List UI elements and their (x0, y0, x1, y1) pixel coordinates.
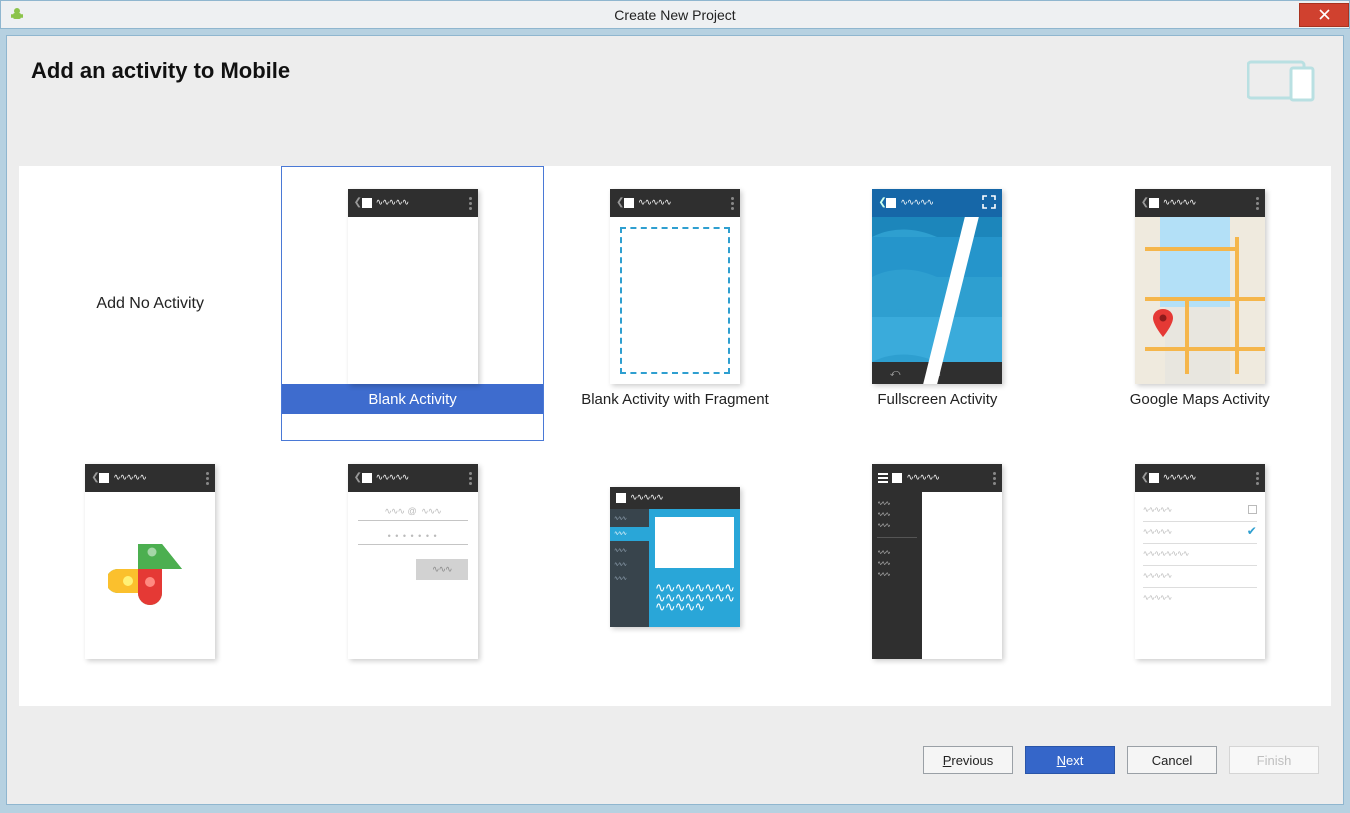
title-bar: Create New Project (0, 0, 1350, 29)
thumbnail-blank: ❮ (348, 189, 478, 384)
page-title: Add an activity to Mobile (31, 58, 290, 84)
wizard-footer: Previous Next Cancel Finish (7, 716, 1343, 804)
activity-tile-master-detail[interactable] (544, 441, 806, 651)
tile-label: Google Maps Activity (1070, 384, 1330, 414)
play-services-icon (108, 534, 192, 618)
activity-tile-blank[interactable]: ❮ Blank Activity (281, 166, 543, 441)
thumbnail-master-detail (610, 487, 740, 627)
activity-gallery-scroll[interactable]: Add No Activity ❮ (19, 166, 1331, 706)
activity-tile-maps[interactable]: ❮ (1069, 166, 1331, 441)
map-pin-icon (1153, 309, 1173, 337)
thumbnail-maps: ❮ (1135, 189, 1265, 384)
wizard-body: Add an activity to Mobile Add No Activit… (6, 35, 1344, 805)
activity-tile-nav-drawer[interactable] (806, 441, 1068, 651)
activity-tile-login[interactable]: ❮ @ • • • • • • • (281, 441, 543, 651)
check-icon: ✔ (1247, 527, 1257, 536)
tile-label: Fullscreen Activity (807, 384, 1067, 414)
activity-tile-fullscreen[interactable]: ❮ (806, 166, 1068, 441)
expand-icon (982, 195, 996, 212)
previous-button[interactable]: Previous (923, 746, 1013, 774)
activity-tile-google-play-services[interactable]: ❮ (19, 441, 281, 651)
thumbnail-gps: ❮ (85, 464, 215, 659)
activity-gallery: Add No Activity ❮ (19, 166, 1331, 706)
finish-button[interactable]: Finish (1229, 746, 1319, 774)
tile-label: Add No Activity (20, 295, 280, 313)
close-button[interactable] (1299, 3, 1349, 27)
tile-label: Blank Activity (282, 384, 542, 414)
thumbnail-settings: ❮ ✔ (1135, 464, 1265, 659)
form-factor-icon (1247, 58, 1319, 102)
activity-tile-blank-fragment[interactable]: ❮ Blank Activity with Fragment (544, 166, 806, 441)
wizard-header: Add an activity to Mobile (7, 36, 1343, 166)
checkbox-icon (1248, 505, 1257, 514)
next-button[interactable]: Next (1025, 746, 1115, 774)
android-studio-icon (7, 5, 27, 25)
thumbnail-fullscreen: ❮ (872, 189, 1002, 384)
tile-label: Blank Activity with Fragment (545, 384, 805, 414)
thumbnail-login: ❮ @ • • • • • • • (348, 464, 478, 659)
thumbnail-nav-drawer (872, 464, 1002, 659)
activity-tile-no-activity[interactable]: Add No Activity (19, 166, 281, 441)
activity-tile-settings[interactable]: ❮ ✔ (1069, 441, 1331, 651)
cancel-button[interactable]: Cancel (1127, 746, 1217, 774)
window-title: Create New Project (1, 7, 1349, 23)
thumbnail-blank-fragment: ❮ (610, 189, 740, 384)
hamburger-icon (878, 473, 888, 483)
